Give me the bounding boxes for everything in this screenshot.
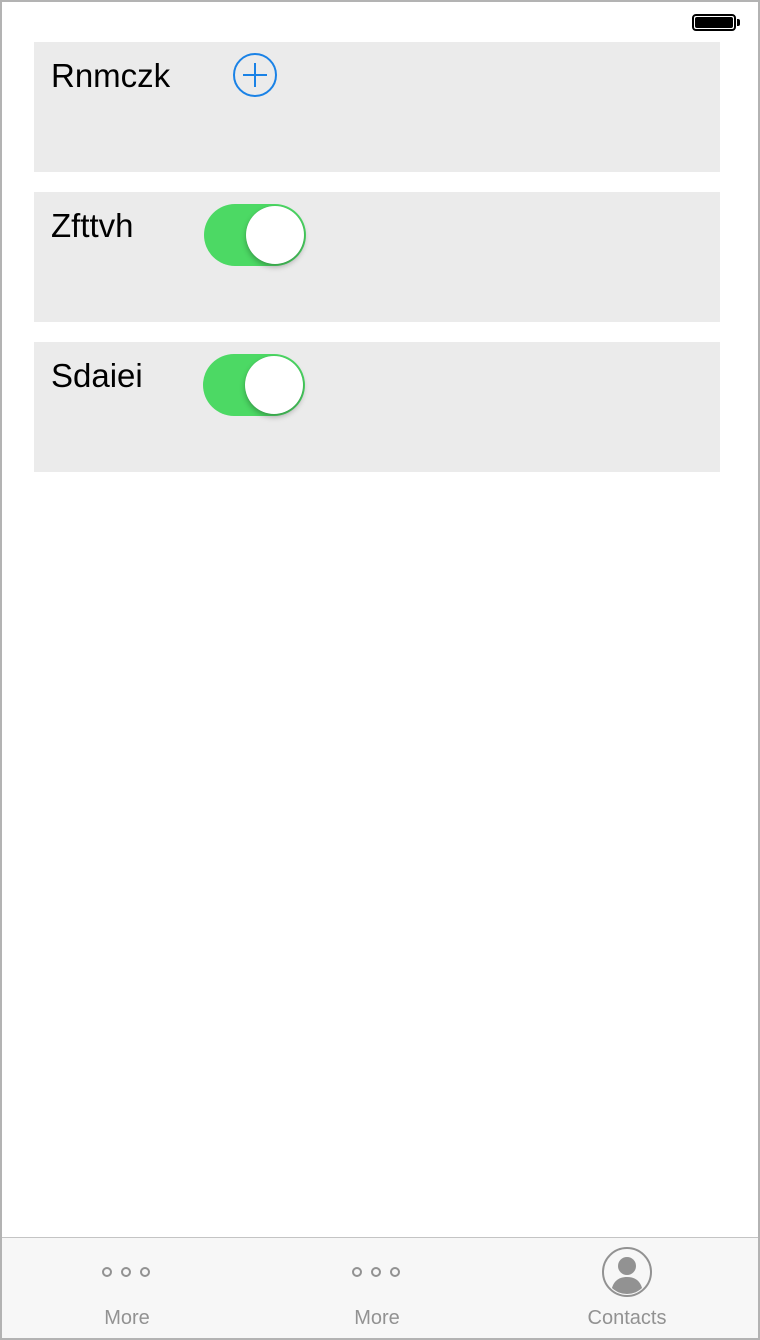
row-label: Sdaiei	[51, 357, 143, 394]
screen: Rnmczk Zfttvh Sdaiei More More Contacts	[0, 0, 760, 1340]
tab-more-1[interactable]: More	[2, 1238, 252, 1338]
tab-label: Contacts	[587, 1307, 667, 1329]
tab-label: More	[354, 1307, 400, 1329]
tab-contacts[interactable]: Contacts	[502, 1238, 752, 1338]
toggle-knob	[245, 356, 303, 414]
contacts-icon	[502, 1246, 752, 1298]
list-row-sdaiei: Sdaiei	[34, 342, 720, 472]
status-bar	[2, 2, 758, 42]
battery-level	[695, 17, 733, 28]
toggle-switch[interactable]	[204, 204, 306, 266]
plus-icon	[243, 63, 267, 87]
toggle-knob	[246, 206, 304, 264]
list-row-rnmczk: Rnmczk	[34, 42, 720, 172]
battery-icon	[692, 14, 736, 31]
row-label: Zfttvh	[51, 207, 134, 244]
tab-label: More	[104, 1307, 150, 1329]
more-icon	[252, 1246, 502, 1298]
list-row-zfttvh: Zfttvh	[34, 192, 720, 322]
tab-more-2[interactable]: More	[252, 1238, 502, 1338]
toggle-switch[interactable]	[203, 354, 305, 416]
row-label: Rnmczk	[51, 57, 171, 94]
add-button[interactable]	[233, 53, 277, 97]
tab-bar: More More Contacts	[2, 1237, 758, 1338]
more-icon	[2, 1246, 252, 1298]
battery-tip	[737, 19, 740, 26]
